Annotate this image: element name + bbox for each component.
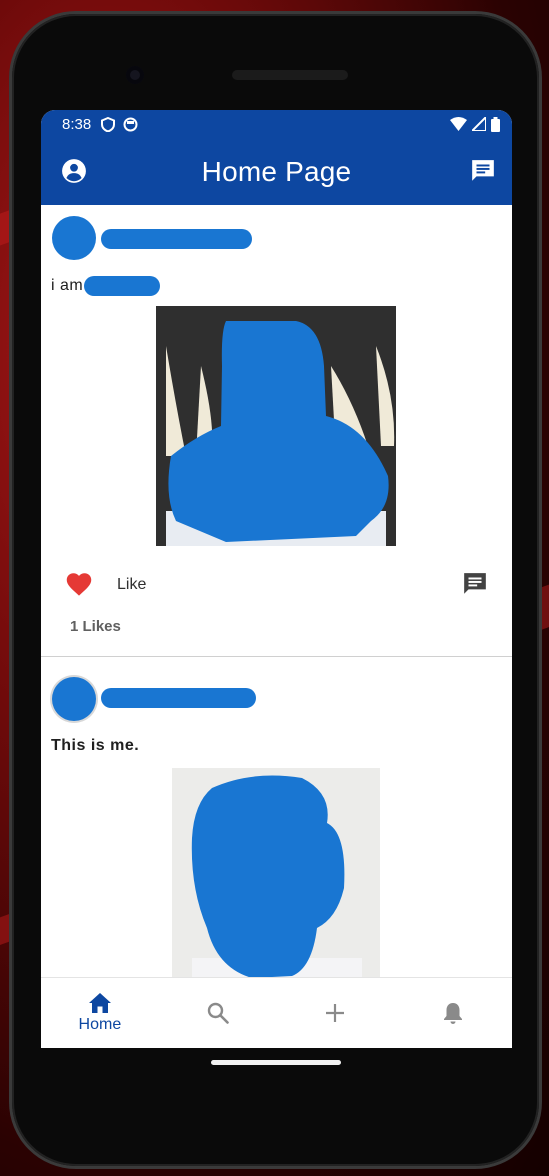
redacted-username[interactable] [101,229,252,249]
shield-icon [101,116,116,132]
post-caption: i am [51,276,161,296]
likes-count: 1 Likes [70,618,121,635]
post-card: This is me. [41,657,512,977]
page-title: Home Page [201,155,352,187]
bell-icon [444,1003,463,1024]
add-icon [326,1004,345,1022]
nav-home[interactable]: Home [41,978,159,1048]
search-icon [207,1002,229,1024]
post-photo[interactable] [172,768,380,977]
status-time: 8:38 [62,115,92,133]
app-bar: Home Page [41,138,512,205]
nav-add[interactable] [277,978,395,1048]
comment-icon[interactable] [462,571,488,602]
nav-home-label: Home [78,1016,122,1033]
home-icon [88,993,111,1013]
photo-image [172,768,380,977]
bottom-navigation: Home [41,977,512,1048]
post-actions: Like [41,567,512,603]
app-screen: 8:38 Home Page i am Like 1 Likes This is… [41,110,512,1048]
avatar[interactable] [52,216,96,260]
redacted-username[interactable] [101,688,256,708]
front-camera [126,66,144,84]
post-caption: This is me. [51,737,140,754]
signal-icon [472,117,486,131]
chat-icon[interactable] [470,158,496,189]
gesture-home-bar[interactable] [211,1060,341,1065]
avatar[interactable] [52,677,96,721]
battery-icon [491,116,500,132]
account-circle-icon[interactable] [61,158,87,189]
earpiece-speaker [232,70,348,80]
redacted-caption-text [84,276,161,296]
post-feed[interactable]: i am Like 1 Likes This is me. [41,205,512,977]
post-photo[interactable] [156,306,396,546]
wifi-icon [450,117,467,131]
sync-status-icon [123,117,138,131]
like-button[interactable]: Like [117,576,146,594]
photo-image [156,306,396,546]
nav-search[interactable] [159,978,277,1048]
nav-notifications[interactable] [394,978,512,1048]
status-bar: 8:38 [41,110,512,138]
post-card: i am Like 1 Likes [41,205,512,657]
heart-icon[interactable] [65,571,93,602]
